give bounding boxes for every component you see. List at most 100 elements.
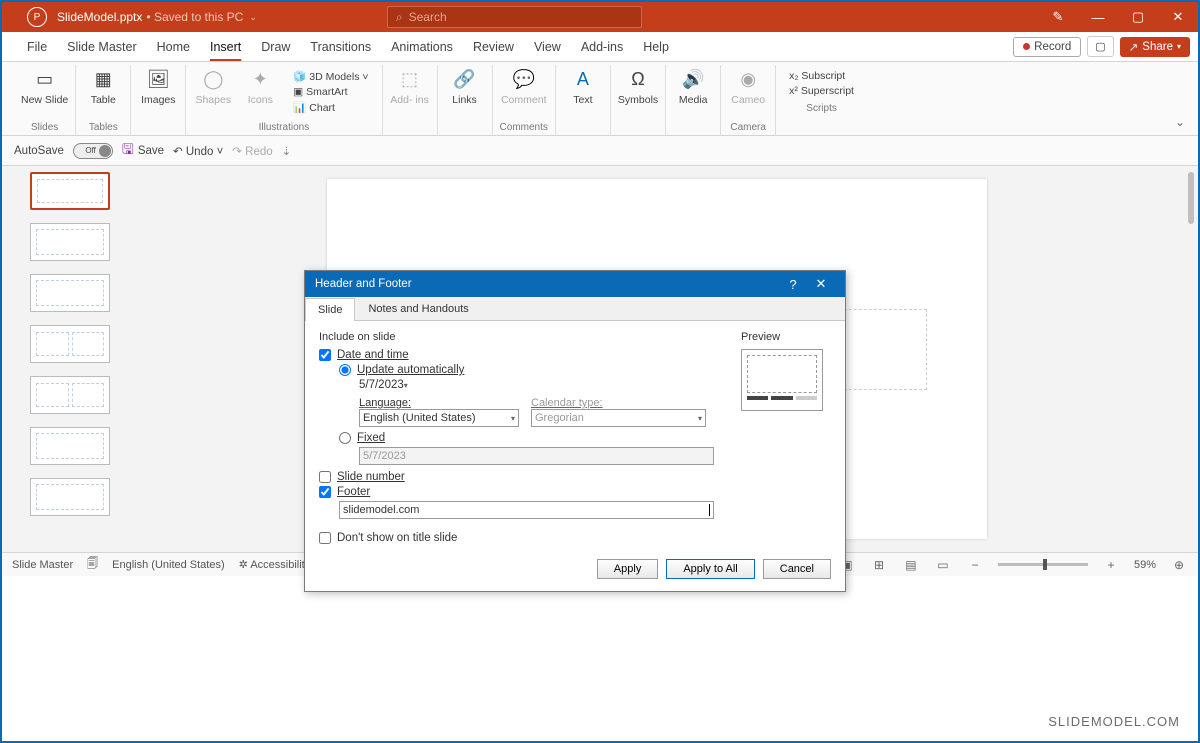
date-format-select[interactable]: 5/7/2023▾	[359, 379, 519, 391]
save-icon: 🖫	[122, 139, 134, 163]
apply-to-all-button[interactable]: Apply to All	[666, 559, 754, 579]
text-icon: A	[570, 66, 596, 92]
search-box[interactable]: ⌕ Search	[387, 6, 642, 28]
maximize-button[interactable]: ▢	[1118, 9, 1158, 25]
menu-view[interactable]: View	[524, 40, 571, 54]
shapes-icon: ◯	[200, 66, 226, 92]
header-footer-dialog: Header and Footer ? ✕ Slide Notes and Ha…	[304, 270, 846, 592]
zoom-value[interactable]: 59%	[1134, 559, 1156, 571]
fit-button[interactable]: ⊕	[1170, 558, 1188, 572]
preview-label: Preview	[741, 331, 831, 343]
menu-slide-master[interactable]: Slide Master	[57, 40, 146, 54]
menu-addins[interactable]: Add-ins	[571, 40, 633, 54]
thumbnail-4[interactable]	[30, 325, 110, 363]
ribbon-links[interactable]: 🔗Links	[445, 66, 485, 106]
menu-transitions[interactable]: Transitions	[300, 40, 381, 54]
scrollbar-thumb[interactable]	[1188, 172, 1194, 224]
ribbon: ▭New Slide Slides ▦Table Tables 🖼Images …	[2, 62, 1198, 136]
file-name: SlideModel.pptx	[57, 10, 142, 24]
ribbon-smartart[interactable]: ▣ SmartArt	[293, 86, 347, 98]
update-auto-radio[interactable]	[339, 364, 351, 376]
dialog-help-button[interactable]: ?	[779, 277, 807, 292]
images-icon: 🖼	[145, 66, 171, 92]
share-button[interactable]: ↗ Share ▾	[1120, 37, 1190, 57]
menu-animations[interactable]: Animations	[381, 40, 463, 54]
zoom-in-button[interactable]: +	[1102, 558, 1120, 572]
view-reading-button[interactable]: ▤	[902, 558, 920, 572]
cancel-button[interactable]: Cancel	[763, 559, 831, 579]
thumbnail-1[interactable]	[30, 172, 110, 210]
ribbon-images[interactable]: 🖼Images	[138, 66, 178, 106]
tab-slide[interactable]: Slide	[305, 298, 355, 321]
ribbon-symbols[interactable]: ΩSymbols	[618, 66, 658, 106]
menu-home[interactable]: Home	[147, 40, 200, 54]
addins-icon: ⬚	[397, 66, 423, 92]
tab-notes-handouts[interactable]: Notes and Handouts	[355, 297, 481, 320]
qat-overflow[interactable]: ⇣	[282, 144, 292, 158]
status-mode: Slide Master	[12, 559, 73, 571]
search-placeholder: Search	[409, 10, 447, 24]
thumbnail-3[interactable]	[30, 274, 110, 312]
autosave-toggle[interactable]: Off	[73, 143, 113, 159]
icons-icon: ✦	[247, 66, 273, 92]
footer-text-input[interactable]: slidemodel.com	[339, 501, 714, 519]
zoom-slider[interactable]	[998, 563, 1088, 566]
ribbon-new-slide[interactable]: ▭New Slide	[21, 66, 68, 106]
drawpen-icon[interactable]: ✎	[1038, 9, 1078, 25]
menu-help[interactable]: Help	[633, 40, 679, 54]
ribbon-table[interactable]: ▦Table	[83, 66, 123, 106]
calendar-label: Calendar type:	[531, 397, 706, 409]
view-slideshow-button[interactable]: ▭	[934, 558, 952, 572]
title-dropdown-icon[interactable]: ⌄	[249, 12, 257, 23]
dont-show-title-checkbox[interactable]	[319, 532, 331, 544]
ribbon-chart[interactable]: 📊 Chart	[293, 101, 335, 114]
thumbnail-2[interactable]	[30, 223, 110, 261]
minimize-button[interactable]: —	[1078, 10, 1118, 25]
fixed-radio[interactable]	[339, 432, 351, 444]
status-language[interactable]: English (United States)	[112, 559, 225, 571]
present-button[interactable]: ▢	[1087, 36, 1113, 57]
view-sorter-button[interactable]: ⊞	[870, 558, 888, 572]
dialog-tabs: Slide Notes and Handouts	[305, 297, 845, 321]
notes-icon[interactable]: 🗐	[87, 555, 98, 574]
zoom-out-button[interactable]: −	[966, 558, 984, 572]
undo-button[interactable]: ↶ Undo ˅	[173, 144, 223, 158]
ribbon-media[interactable]: 🔊Media	[673, 66, 713, 106]
menu-file[interactable]: File	[17, 40, 57, 54]
datetime-checkbox[interactable]	[319, 349, 331, 361]
menu-bar: File Slide Master Home Insert Draw Trans…	[2, 32, 1198, 62]
dialog-title: Header and Footer	[315, 278, 412, 290]
slide-number-checkbox[interactable]	[319, 471, 331, 483]
apply-button[interactable]: Apply	[597, 559, 659, 579]
footer-checkbox[interactable]	[319, 486, 331, 498]
thumbnail-5[interactable]	[30, 376, 110, 414]
thumbnails-panel	[2, 166, 116, 552]
ribbon-subscript[interactable]: x₂ Subscript	[789, 70, 845, 82]
cameo-icon: ◉	[735, 66, 761, 92]
save-button[interactable]: 🖫Save	[122, 139, 164, 163]
menu-draw[interactable]: Draw	[251, 40, 300, 54]
dialog-close-button[interactable]: ✕	[807, 276, 835, 292]
collapse-ribbon-icon[interactable]: ⌄	[1175, 115, 1185, 129]
redo-button[interactable]: ↷ Redo	[232, 144, 272, 158]
ribbon-icons: ✦Icons	[240, 66, 280, 106]
thumbnail-7[interactable]	[30, 478, 110, 516]
menu-review[interactable]: Review	[463, 40, 524, 54]
new-slide-icon: ▭	[32, 66, 58, 92]
ribbon-superscript[interactable]: x² Superscript	[789, 85, 854, 97]
ribbon-addins: ⬚Add- ins	[390, 66, 430, 106]
title-bar: P SlideModel.pptx • Saved to this PC ⌄ ⌕…	[2, 2, 1198, 32]
language-select[interactable]: English (United States)▾	[359, 409, 519, 427]
menu-insert[interactable]: Insert	[200, 40, 251, 54]
ribbon-3d-models[interactable]: 🧊 3D Models ˅	[293, 70, 368, 83]
ribbon-text[interactable]: AText	[563, 66, 603, 106]
table-icon: ▦	[90, 66, 116, 92]
record-button[interactable]: Record	[1013, 37, 1081, 57]
thumbnail-6[interactable]	[30, 427, 110, 465]
dialog-titlebar: Header and Footer ? ✕	[305, 271, 845, 297]
close-button[interactable]: ✕	[1158, 9, 1198, 25]
include-on-slide-label: Include on slide	[319, 331, 727, 343]
symbols-icon: Ω	[625, 66, 651, 92]
search-icon: ⌕	[396, 10, 403, 25]
quick-access-toolbar: AutoSave Off 🖫Save ↶ Undo ˅ ↷ Redo ⇣	[2, 136, 1198, 166]
